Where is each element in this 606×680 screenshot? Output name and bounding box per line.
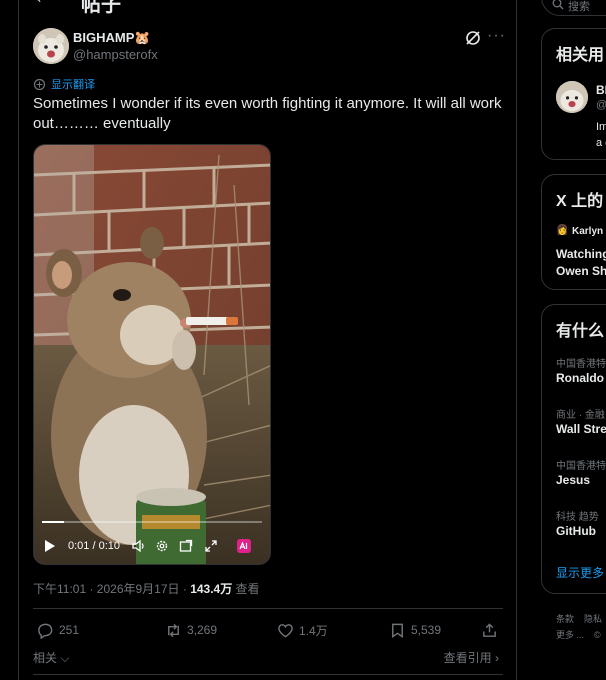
trend-name[interactable]: Ronaldo [556, 371, 604, 385]
video-time: 0:01 / 0:10 [68, 540, 120, 552]
related-label: 相关 [33, 651, 58, 665]
reply-icon [38, 623, 53, 639]
picture-in-picture-icon[interactable] [179, 531, 193, 561]
play-icon[interactable] [44, 531, 56, 561]
video-progress-fill [42, 521, 64, 523]
main-column: ← 帖子 BIGHAMP🐹 @hampsterofx ··· 显示翻译 Some… [18, 0, 517, 680]
trend-category: 科技 趋势 [556, 512, 599, 523]
video-progress-bar[interactable] [42, 521, 262, 523]
divider-top [33, 608, 503, 609]
whats-happening-card: 有什么 中国香港特 Ronaldo 商业 · 金融 Wall Stre 中国香港特 Jes… [541, 304, 606, 594]
translate-icon [33, 78, 46, 90]
reply-count: 251 [59, 623, 80, 637]
whats-happening-title: 有什么 [556, 323, 605, 340]
volume-icon[interactable] [132, 531, 146, 561]
heart-icon [278, 623, 293, 637]
trend-category: 商业 · 金融 [556, 410, 605, 421]
live-text-line2[interactable]: Owen Sh [556, 264, 606, 278]
footer-links-row1: 条款 隐私 [556, 612, 602, 625]
trend-name[interactable]: Jesus [556, 473, 590, 487]
chevron-right-icon: › [491, 651, 499, 665]
action-bar: 251 3,269 1.4万 5,539 [33, 617, 503, 643]
live-host-avatar[interactable]: 👩 [556, 225, 568, 236]
show-more-link[interactable]: 显示更多 [556, 564, 604, 581]
live-host-name[interactable]: Karlyn [572, 226, 603, 237]
grok-icon[interactable] [464, 29, 482, 47]
post-text: Sometimes I wonder if its even worth fig… [33, 95, 502, 132]
video-frame-image [34, 145, 270, 564]
share-icon [483, 622, 496, 637]
live-on-x-card: X 上的 👩 Karlyn Watching Owen Sh [541, 174, 606, 290]
search-icon [552, 0, 564, 10]
relevant-person-name[interactable]: BI [596, 83, 606, 97]
footer-copyright: © [594, 630, 601, 640]
relevant-person-bio-line2: a c [596, 137, 606, 149]
top-bar: ← 帖子 [19, 0, 516, 16]
view-quotes-label: 查看引用 [443, 651, 492, 665]
grok-imagine-icon[interactable] [236, 531, 252, 561]
bookmark-icon [392, 623, 403, 638]
reply-button[interactable]: 251 [37, 617, 79, 643]
like-count: 1.4万 [299, 623, 328, 638]
author-handle[interactable]: @hampsterofx [73, 47, 158, 62]
footer-more-link[interactable]: 更多 ... [556, 630, 584, 640]
trend-category: 中国香港特 [556, 359, 606, 370]
search-placeholder: 搜索 [568, 1, 590, 13]
page-title: 帖子 [81, 0, 121, 16]
views-label: 查看 [232, 582, 260, 596]
view-quotes-link[interactable]: 查看引用 › [444, 649, 499, 666]
repost-count: 3,269 [187, 623, 218, 637]
show-translation-link[interactable]: 显示翻译 [33, 76, 95, 92]
repost-button[interactable]: 3,269 [165, 617, 217, 643]
trend-category: 中国香港特 [556, 461, 606, 472]
more-options-icon[interactable]: ··· [487, 27, 506, 45]
settings-gear-icon[interactable] [155, 531, 169, 561]
divider-bottom [33, 674, 503, 675]
trend-name[interactable]: Wall Stre [556, 422, 606, 436]
avatar[interactable] [33, 28, 69, 64]
share-button[interactable] [481, 617, 498, 643]
like-button[interactable]: 1.4万 [277, 617, 328, 643]
relevant-person-handle[interactable]: @ [596, 99, 606, 111]
relevant-person-bio-line1: Im [596, 121, 606, 133]
repost-icon [168, 623, 179, 637]
fullscreen-icon[interactable] [204, 531, 218, 561]
bookmark-button[interactable]: 5,539 [389, 617, 441, 643]
live-on-x-title: X 上的 [556, 193, 604, 210]
footer-privacy-link[interactable]: 隐私 [584, 614, 602, 624]
footer-links-row2: 更多 ... © [556, 628, 601, 641]
related-dropdown[interactable]: 相关 ⌵ [33, 649, 69, 666]
chevron-down-icon: ⌵ [57, 651, 70, 665]
author-display-name[interactable]: BIGHAMP🐹 [73, 30, 151, 46]
trend-name[interactable]: GitHub [556, 524, 596, 538]
bookmark-count: 5,539 [411, 623, 442, 637]
video-controls: 0:01 / 0:10 [34, 531, 270, 561]
post-timestamp-and-views: 下午11:01 · 2026年9月17日 · 143.4万 查看 [33, 580, 260, 597]
live-text-line1[interactable]: Watching [556, 247, 606, 261]
search-input[interactable]: 搜索 [541, 0, 606, 16]
views-count: 143.4万 [190, 582, 233, 596]
video-player[interactable]: 0:01 / 0:10 [33, 144, 271, 565]
relevant-person-avatar[interactable] [556, 81, 588, 113]
post-timestamp[interactable]: 下午11:01 · 2026年9月17日 · [33, 582, 190, 596]
back-arrow-icon[interactable]: ← [33, 0, 53, 9]
footer-terms-link[interactable]: 条款 [556, 614, 574, 624]
relevant-people-title: 相关用 [556, 47, 605, 64]
translate-label: 显示翻译 [51, 79, 95, 91]
relevant-people-card: 相关用 BI @ Im a c [541, 28, 606, 160]
